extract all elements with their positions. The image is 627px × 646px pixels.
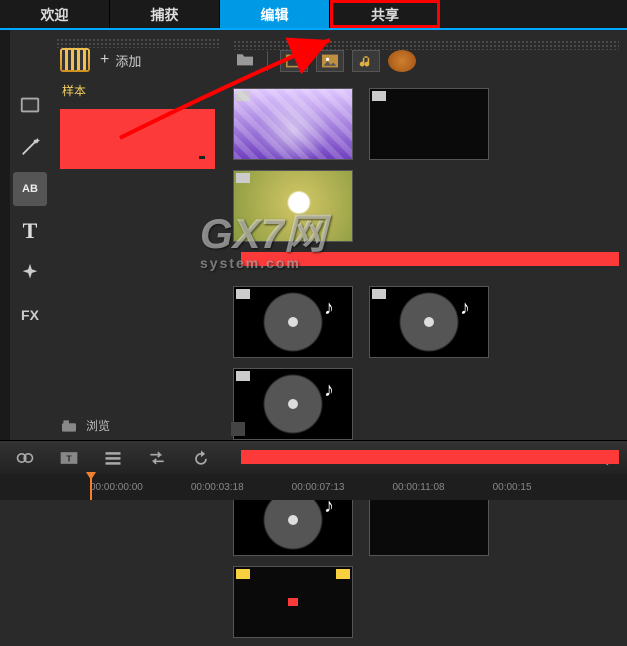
filter-color[interactable] — [388, 50, 416, 72]
video-badge-icon — [236, 173, 250, 183]
swap-arrows-icon — [147, 449, 167, 467]
media-library-icon[interactable] — [60, 48, 90, 72]
browse-label: 浏览 — [86, 417, 110, 434]
video-badge-icon — [372, 91, 386, 101]
photo-badge-icon — [336, 569, 350, 579]
content-grip[interactable] — [233, 40, 619, 50]
panel-grip[interactable] — [56, 38, 219, 48]
fx-tool[interactable]: FX — [13, 298, 47, 332]
magic-wand-icon — [19, 136, 41, 158]
thumbnail-grid — [225, 80, 627, 646]
clip-thumbnail[interactable] — [369, 286, 489, 358]
photo-icon — [322, 54, 338, 68]
sample-panel: + 添加 样本 浏览 — [50, 30, 225, 440]
video-badge-icon — [236, 91, 250, 101]
clip-thumbnail[interactable] — [233, 170, 353, 242]
clip-thumbnail[interactable] — [233, 88, 353, 160]
top-tab-bar: 欢迎 捕获 编辑 共享 — [0, 0, 627, 30]
time-mark: 00:00:15 — [493, 482, 532, 493]
clip-thumbnail[interactable] — [369, 88, 489, 160]
swap-tool[interactable] — [142, 446, 172, 470]
browse-button[interactable]: 浏览 — [60, 417, 110, 434]
tab-welcome[interactable]: 欢迎 — [0, 0, 110, 28]
tab-capture[interactable]: 捕获 — [110, 0, 220, 28]
text-box-icon: T — [59, 449, 79, 467]
timeline-ruler[interactable]: 00:00:00:00 00:00:03:18 00:00:07:13 00:0… — [0, 474, 627, 500]
time-mark: 00:00:07:13 — [292, 482, 345, 493]
time-mark: 00:00:00:00 — [90, 482, 143, 493]
chain-icon — [15, 449, 35, 467]
clip-thumbnail[interactable] — [233, 286, 353, 358]
sample-folder-label[interactable]: 样本 — [50, 78, 225, 103]
svg-text:T: T — [66, 453, 71, 463]
clip-thumbnail[interactable] — [233, 368, 353, 440]
scroll-left-button[interactable] — [231, 422, 245, 436]
clip-thumbnail[interactable] — [233, 566, 353, 638]
content-pane — [225, 30, 627, 440]
video-badge-icon — [236, 289, 250, 299]
plus-icon: + — [100, 51, 109, 69]
list-tool[interactable] — [98, 446, 128, 470]
video-badge-icon — [372, 289, 386, 299]
bars-icon — [103, 449, 123, 467]
filter-bar — [225, 50, 627, 80]
refresh-tool[interactable] — [186, 446, 216, 470]
tab-share[interactable]: 共享 — [330, 0, 440, 28]
text-box-tool[interactable]: T — [54, 446, 84, 470]
open-folder-button[interactable] — [235, 51, 255, 72]
film-icon — [286, 54, 302, 68]
refresh-icon — [191, 449, 211, 467]
highlight-bar — [241, 450, 619, 464]
film-strip-icon — [19, 94, 41, 116]
time-mark: 00:00:11:08 — [392, 482, 444, 493]
photo-badge-icon — [236, 569, 250, 579]
tab-edit[interactable]: 编辑 — [220, 0, 330, 28]
title-tool[interactable]: T — [13, 214, 47, 248]
sparkle-icon — [19, 262, 41, 284]
video-badge-icon — [236, 371, 250, 381]
filter-photo[interactable] — [316, 50, 344, 72]
transition-tool[interactable]: AB — [13, 172, 47, 206]
wand-tool[interactable] — [13, 130, 47, 164]
add-label: 添加 — [115, 51, 141, 70]
tool-column: AB T FX — [10, 30, 50, 440]
separator — [267, 51, 268, 71]
time-mark: 00:00:03:18 — [191, 482, 244, 493]
sample-thumbnail-selected[interactable] — [60, 109, 215, 169]
media-tool[interactable] — [13, 88, 47, 122]
highlight-bar — [241, 252, 619, 266]
link-tool[interactable] — [10, 446, 40, 470]
add-button[interactable]: + 添加 — [100, 51, 141, 70]
filter-video[interactable] — [280, 50, 308, 72]
playhead[interactable] — [90, 474, 92, 500]
effect-tool[interactable] — [13, 256, 47, 290]
left-edge-strip — [0, 30, 10, 440]
folder-icon — [235, 51, 255, 67]
filter-audio[interactable] — [352, 50, 380, 72]
music-note-icon — [358, 54, 374, 68]
browse-icon — [60, 419, 78, 433]
